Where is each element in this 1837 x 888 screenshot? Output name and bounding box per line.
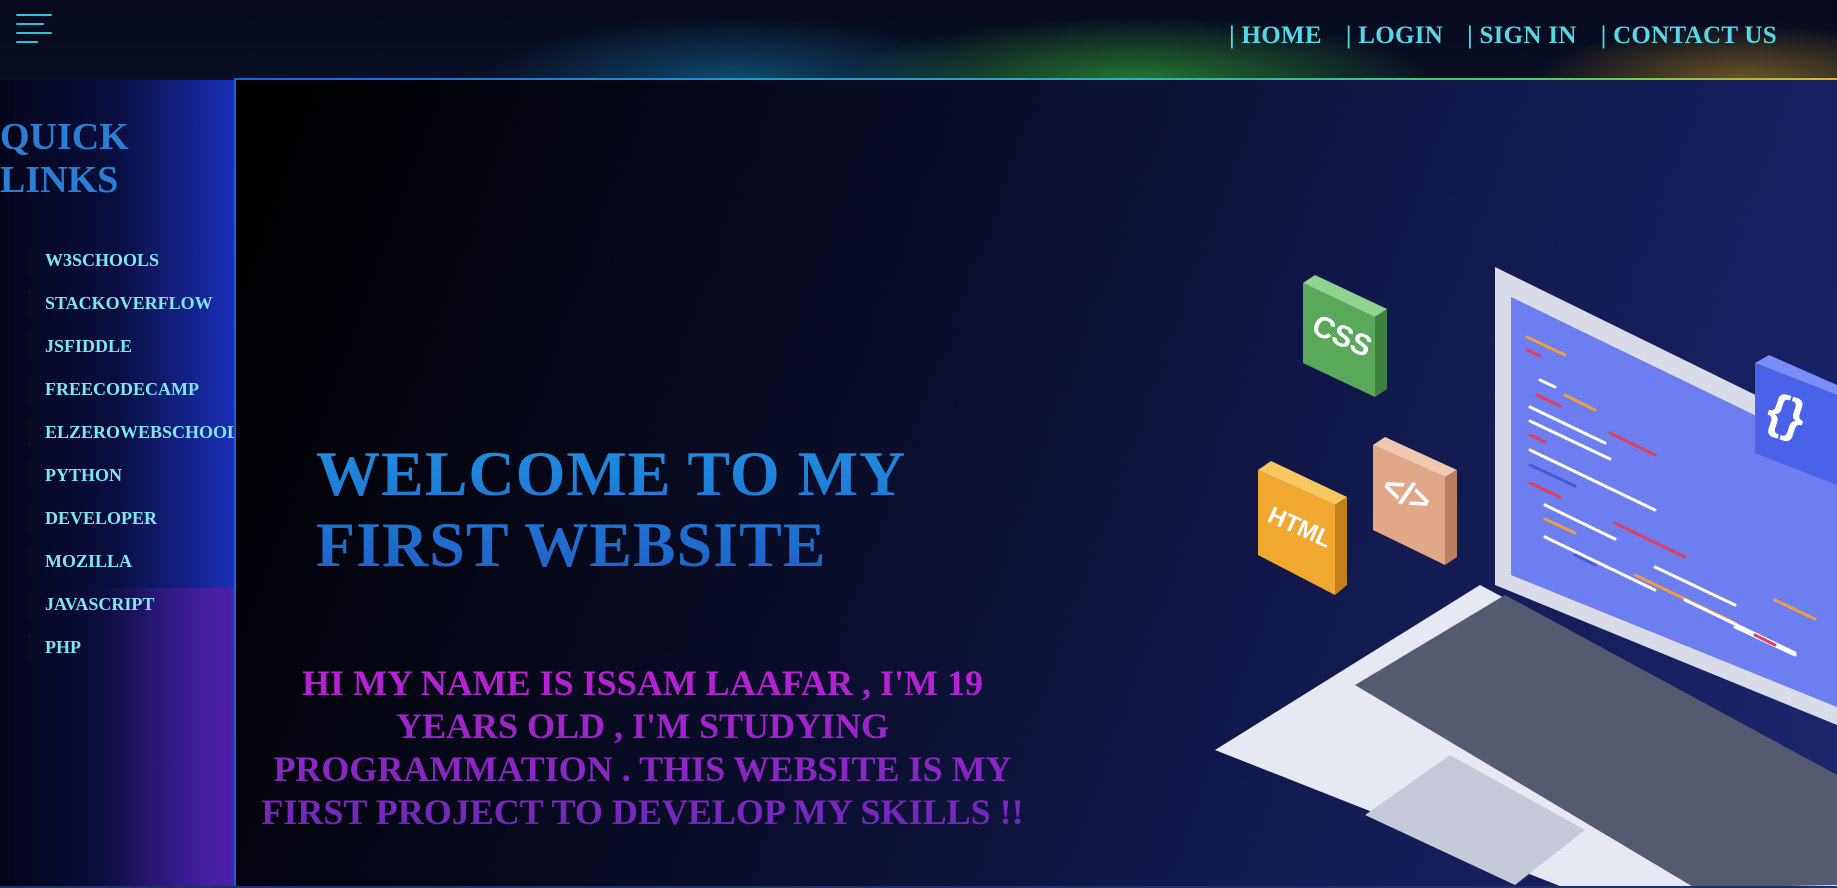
quick-link-developer[interactable]: DEVELOPER <box>28 505 234 532</box>
quick-links-title-line2: LINKS <box>0 159 119 201</box>
intro-paragraph: HI MY NAME IS ISSAM LAAFAR , I'M 19 YEAR… <box>250 662 1035 834</box>
nav-home-link[interactable]: | HOME <box>1229 22 1322 50</box>
quick-link-javascript[interactable]: JAVASCRIPT <box>28 591 234 618</box>
quick-links-sidebar: QUICK LINKS W3SCHOOLS STACKOVERFLOW JSFI… <box>0 80 234 888</box>
quick-link-w3schools[interactable]: W3SCHOOLS <box>28 247 234 274</box>
nav-contact-us-link[interactable]: | CONTACT US <box>1601 22 1777 50</box>
code-tag-badge: </> <box>1373 437 1457 565</box>
quick-link-mozilla[interactable]: MOZILLA <box>28 548 234 575</box>
html-badge: HTML <box>1258 461 1347 595</box>
quick-link-jsfiddle[interactable]: JSFIDDLE <box>28 333 234 360</box>
quick-link-php[interactable]: PHP <box>28 634 234 661</box>
main-nav: | HOME | LOGIN | SIGN IN | CONTACT US <box>1229 22 1777 50</box>
nav-sign-in-link[interactable]: | SIGN IN <box>1467 22 1577 50</box>
css-badge: CSS <box>1303 275 1387 397</box>
welcome-heading-line2: FIRST WEBSITE <box>316 509 827 580</box>
quick-links-title-line1: QUICK <box>0 116 129 158</box>
quick-link-freecodecamp[interactable]: FREECODECAMP <box>28 376 234 403</box>
welcome-heading-line1: WELCOME TO MY <box>316 438 907 509</box>
laptop-coding-illustration: CSS HTML </> {} <box>1215 267 1837 888</box>
hamburger-icon[interactable] <box>16 14 54 46</box>
welcome-heading: WELCOME TO MY FIRST WEBSITE <box>316 438 906 580</box>
quick-link-python[interactable]: PYTHON <box>28 462 234 489</box>
nav-login-link[interactable]: | LOGIN <box>1346 22 1443 50</box>
quick-links-list: W3SCHOOLS STACKOVERFLOW JSFIDDLE FREECOD… <box>28 247 234 677</box>
quick-link-elzerowebschool[interactable]: ELZEROWEBSCHOOL <box>28 419 234 446</box>
quick-link-stackoverflow[interactable]: STACKOVERFLOW <box>28 290 234 317</box>
quick-links-title: QUICK LINKS <box>0 116 129 202</box>
top-navbar: | HOME | LOGIN | SIGN IN | CONTACT US <box>0 0 1837 80</box>
